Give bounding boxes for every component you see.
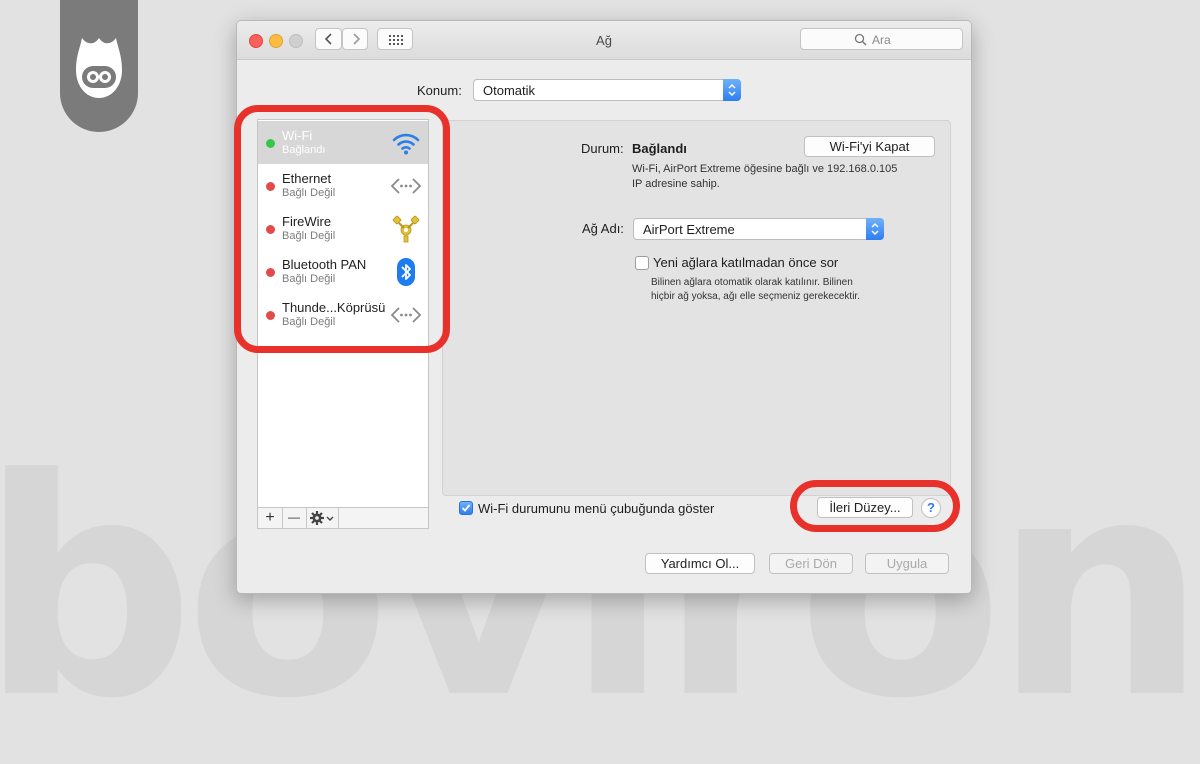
ask-to-join-label: Yeni ağlara katılmadan önce sor [653, 255, 839, 270]
search-placeholder: Ara [872, 33, 891, 47]
gear-icon [310, 511, 334, 525]
status-label: Durum: [581, 141, 624, 156]
flame-logo-icon [76, 38, 122, 98]
select-arrows-icon [866, 218, 884, 240]
ask-to-join-description-line2: hiçbir ağ yoksa, ağı elle seçmeniz gerek… [651, 291, 860, 302]
search-icon [854, 33, 867, 46]
network-name-label: Ağ Adı: [582, 221, 624, 236]
service-list-toolbar: + — [257, 508, 429, 529]
action-menu-button[interactable] [306, 508, 339, 528]
add-service-button[interactable]: + [258, 508, 283, 528]
wifi-off-button[interactable]: Wi-Fi'yi Kapat [804, 136, 935, 157]
assist-me-button[interactable]: Yardımcı Ol... [645, 553, 755, 574]
show-in-menu-bar-checkbox[interactable] [459, 501, 473, 515]
highlight-ring-advanced [790, 480, 960, 532]
location-select[interactable]: Otomatik [473, 79, 741, 101]
location-value: Otomatik [483, 83, 536, 98]
network-name-select[interactable]: AirPort Extreme [633, 218, 884, 240]
highlight-ring-service-list [234, 105, 450, 353]
search-field[interactable]: Ara [800, 28, 963, 50]
status-value: Bağlandı [632, 141, 687, 156]
status-description-line2: IP adresine sahip. [632, 178, 720, 190]
checkmark-icon [461, 504, 471, 512]
revert-button[interactable]: Geri Dön [769, 553, 853, 574]
show-in-menu-bar-label: Wi-Fi durumunu menü çubuğunda göster [478, 501, 715, 516]
apply-button[interactable]: Uygula [865, 553, 949, 574]
network-name-value: AirPort Extreme [643, 222, 735, 237]
location-label: Konum: [417, 83, 462, 98]
ask-to-join-description-line1: Bilinen ağlara otomatik olarak katılınır… [651, 277, 853, 288]
select-arrows-icon [723, 79, 741, 101]
title-bar: Ağ Ara [237, 21, 971, 60]
ask-to-join-checkbox[interactable] [635, 256, 649, 270]
remove-service-button[interactable]: — [282, 508, 307, 528]
brand-logo [60, 0, 138, 132]
status-description-line1: Wi-Fi, AirPort Extreme öğesine bağlı ve … [632, 163, 898, 175]
